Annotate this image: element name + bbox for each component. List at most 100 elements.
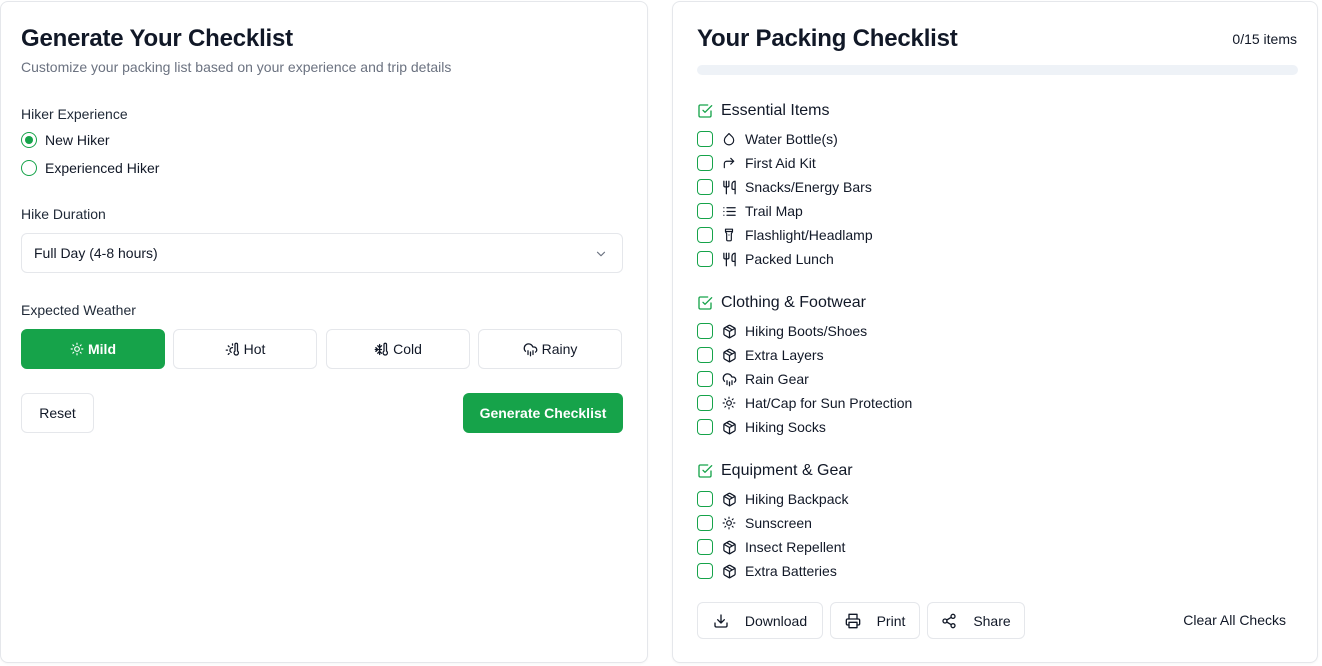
item-label: Hiking Socks — [745, 419, 826, 435]
radio-indicator[interactable] — [21, 160, 37, 176]
share-icon — [941, 613, 957, 629]
item-label: Hat/Cap for Sun Protection — [745, 395, 913, 411]
item-checkbox[interactable] — [697, 323, 713, 339]
checklist-item[interactable]: Hiking Boots/Shoes — [697, 322, 867, 340]
square-check-icon — [697, 103, 713, 119]
item-checkbox[interactable] — [697, 563, 713, 579]
list-icon — [721, 203, 737, 219]
reset-button[interactable]: Reset — [21, 393, 94, 433]
item-label: Snacks/Energy Bars — [745, 179, 872, 195]
package-icon — [721, 347, 737, 363]
square-check-icon — [697, 463, 713, 479]
item-checkbox[interactable] — [697, 347, 713, 363]
print-button[interactable]: Print — [830, 602, 920, 639]
category-name: Equipment & Gear — [721, 462, 853, 479]
thermometer-snowflake-icon — [374, 342, 389, 357]
item-label: Hiking Boots/Shoes — [745, 323, 868, 339]
generator-title: Generate Your Checklist — [21, 25, 293, 52]
checklist-item[interactable]: Packed Lunch — [697, 250, 834, 268]
generate-checklist-button[interactable]: Generate Checklist — [463, 393, 623, 433]
item-label: Sunscreen — [745, 515, 812, 531]
checklist-item[interactable]: Hat/Cap for Sun Protection — [697, 394, 912, 412]
weather-label-rainy: Rainy — [541, 341, 578, 357]
package-icon — [721, 323, 737, 339]
item-checkbox[interactable] — [697, 395, 713, 411]
print-label: Print — [876, 612, 906, 629]
cloud-rain-icon — [721, 371, 737, 387]
duration-select[interactable]: Full Day (4-8 hours) — [21, 233, 623, 273]
weather-cold-button[interactable]: Cold — [326, 329, 470, 369]
item-count: 0/15 items — [1232, 31, 1297, 47]
radio-experienced-hiker[interactable]: Experienced Hiker — [21, 160, 159, 176]
duration-label: Hike Duration — [21, 206, 106, 222]
checklist-item[interactable]: Insect Repellent — [697, 538, 845, 556]
item-label: Insect Repellent — [745, 539, 846, 555]
download-icon — [713, 613, 729, 629]
item-label: Extra Batteries — [745, 563, 837, 579]
checklist-item[interactable]: Sunscreen — [697, 514, 812, 532]
item-label: Flashlight/Headlamp — [745, 227, 873, 243]
item-checkbox[interactable] — [697, 131, 713, 147]
item-label: Water Bottle(s) — [745, 131, 838, 147]
item-label: Rain Gear — [745, 371, 809, 387]
radio-label: Experienced Hiker — [45, 160, 160, 176]
item-label: Trail Map — [745, 203, 803, 219]
sun-icon — [721, 515, 737, 531]
checklist-item[interactable]: Water Bottle(s) — [697, 130, 838, 148]
item-checkbox[interactable] — [697, 203, 713, 219]
experience-label: Hiker Experience — [21, 106, 128, 122]
weather-rainy-button[interactable]: Rainy — [478, 329, 622, 369]
checklist-item[interactable]: Rain Gear — [697, 370, 809, 388]
item-label: Hiking Backpack — [745, 491, 849, 507]
download-button[interactable]: Download — [697, 602, 823, 639]
generator-panel: Generate Your Checklist Customize your p… — [0, 1, 648, 663]
checklist-item[interactable]: Extra Layers — [697, 346, 824, 364]
radio-new-hiker[interactable]: New Hiker — [21, 132, 110, 148]
checklist-item[interactable]: Flashlight/Headlamp — [697, 226, 873, 244]
thermometer-sun-icon — [225, 342, 240, 357]
duration-value: Full Day (4-8 hours) — [34, 245, 158, 261]
item-checkbox[interactable] — [697, 155, 713, 171]
item-checkbox[interactable] — [697, 419, 713, 435]
checklist-item[interactable]: Hiking Socks — [697, 418, 826, 436]
checklist-item[interactable]: Trail Map — [697, 202, 803, 220]
share-button[interactable]: Share — [927, 602, 1025, 639]
package-icon — [721, 563, 737, 579]
radio-indicator[interactable] — [21, 132, 37, 148]
download-label: Download — [744, 612, 808, 629]
item-checkbox[interactable] — [697, 179, 713, 195]
generator-subtitle: Customize your packing list based on you… — [21, 59, 452, 75]
utensils-icon — [721, 179, 737, 195]
package-icon — [721, 491, 737, 507]
item-checkbox[interactable] — [697, 371, 713, 387]
weather-label: Expected Weather — [21, 302, 136, 318]
item-checkbox[interactable] — [697, 515, 713, 531]
item-checkbox[interactable] — [697, 227, 713, 243]
forward-arrow-icon — [721, 155, 737, 171]
item-checkbox[interactable] — [697, 251, 713, 267]
weather-mild-button[interactable]: Mild — [21, 329, 165, 369]
weather-label-mild: Mild — [88, 341, 116, 357]
droplet-icon — [721, 131, 737, 147]
checklist-item[interactable]: Extra Batteries — [697, 562, 837, 580]
square-check-icon — [697, 295, 713, 311]
item-checkbox[interactable] — [697, 539, 713, 555]
weather-label-hot: Hot — [243, 341, 266, 357]
share-label: Share — [973, 612, 1011, 629]
item-checkbox[interactable] — [697, 491, 713, 507]
checklist-item[interactable]: Snacks/Energy Bars — [697, 178, 872, 196]
weather-label-cold: Cold — [393, 341, 422, 357]
item-label: Packed Lunch — [745, 251, 834, 267]
category-name: Essential Items — [721, 102, 830, 119]
clear-all-checks-button[interactable]: Clear All Checks — [1183, 612, 1286, 628]
printer-icon — [845, 613, 861, 629]
weather-hot-button[interactable]: Hot — [173, 329, 317, 369]
cloud-rain-icon — [523, 342, 538, 357]
package-icon — [721, 419, 737, 435]
checklist-item[interactable]: First Aid Kit — [697, 154, 816, 172]
flashlight-icon — [721, 227, 737, 243]
chevron-down-icon — [594, 247, 608, 261]
utensils-icon — [721, 251, 737, 267]
checklist-item[interactable]: Hiking Backpack — [697, 490, 849, 508]
radio-label: New Hiker — [45, 132, 110, 148]
